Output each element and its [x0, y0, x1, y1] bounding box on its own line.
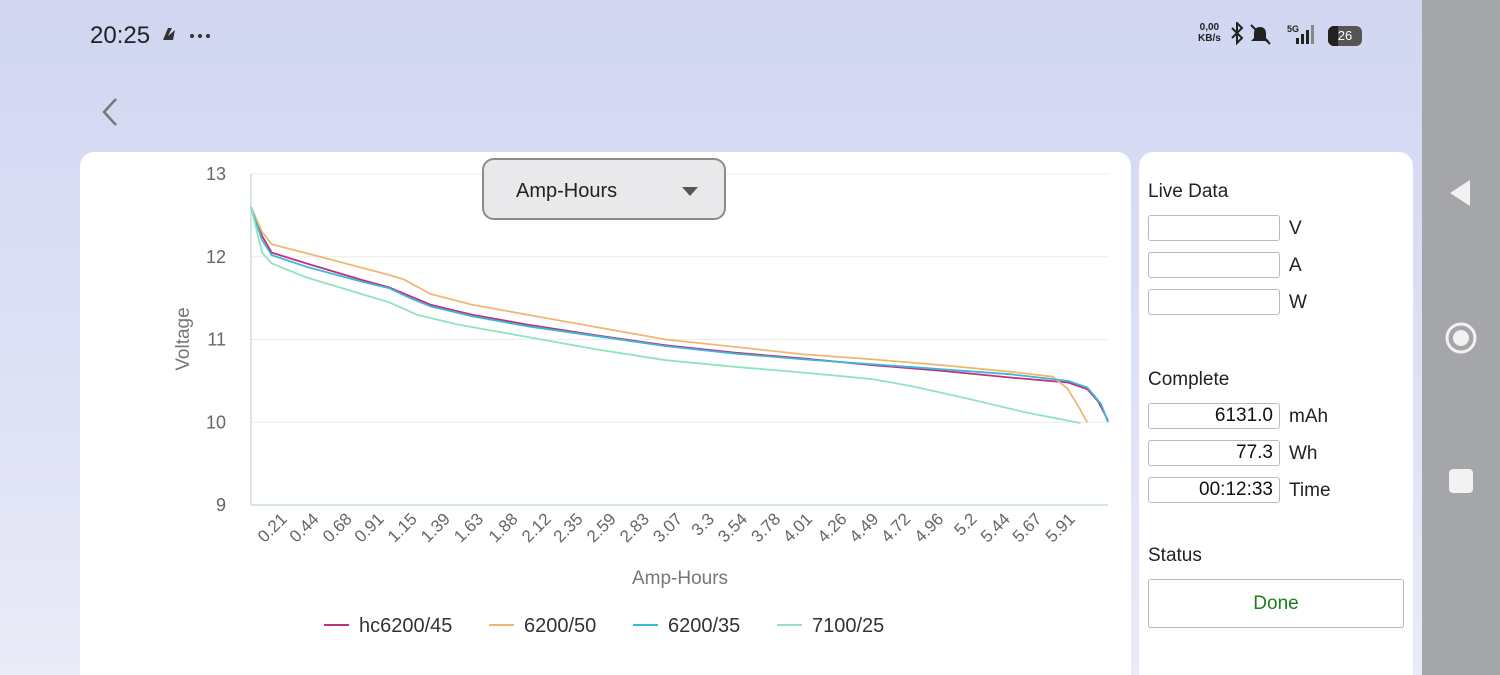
mah-unit: mAh — [1289, 406, 1329, 427]
x-tick-label: 3.78 — [747, 509, 784, 546]
status-icons: 5G — [1226, 20, 1326, 54]
series-line-2 — [250, 206, 1089, 423]
x-tick-label: 5.67 — [1009, 509, 1046, 546]
x-axis-selector-dropdown[interactable]: Amp-Hours — [482, 158, 726, 220]
caret-down-icon — [682, 187, 698, 196]
discharge-chart: 9 10 11 12 13 0.210.440.680.911.151.391.631.8… — [173, 164, 1109, 637]
svg-text:5G: 5G — [1287, 24, 1299, 34]
x-tick-label: 4.96 — [911, 509, 948, 546]
y-tick-label: 10 — [206, 412, 226, 432]
x-tick-label: 5.44 — [977, 509, 1014, 546]
x-tick-label: 4.72 — [877, 509, 914, 546]
capacity-mah-field: 6131.0 — [1148, 403, 1280, 429]
battery-indicator: 26 — [1328, 26, 1362, 46]
time-unit: Time — [1289, 480, 1331, 501]
x-tick-label: 5.2 — [950, 509, 980, 539]
status-done-button[interactable]: Done — [1148, 579, 1404, 628]
net-speed: 0,00 KB/s — [1198, 22, 1221, 44]
x-tick-label: 4.26 — [814, 509, 851, 546]
x-tick-label: 2.35 — [550, 509, 587, 546]
series-line-4 — [250, 206, 1081, 424]
x-tick-label: 4.49 — [846, 509, 883, 546]
elapsed-time-field: 00:12:33 — [1148, 477, 1280, 503]
nav-home-icon[interactable] — [1444, 321, 1478, 355]
system-nav-bar — [1422, 0, 1500, 675]
x-tick-label: 3.07 — [649, 509, 686, 546]
power-unit: W — [1289, 292, 1307, 313]
x-tick-label: 0.44 — [286, 509, 323, 546]
nav-recents-icon[interactable] — [1448, 468, 1474, 494]
bluetooth-mute-signal-icons: 5G — [1231, 20, 1314, 46]
x-tick-label: 0.68 — [319, 509, 356, 546]
dropdown-selected: Amp-Hours — [516, 180, 618, 202]
y-axis-label: Voltage — [173, 307, 194, 370]
legend-label-4: 7100/25 — [812, 615, 884, 637]
x-tick-label: 1.88 — [485, 509, 522, 546]
status-title: Status — [1148, 545, 1202, 566]
x-tick-label: 1.63 — [450, 509, 487, 546]
x-tick-label: 5.91 — [1042, 509, 1079, 546]
energy-wh-field: 77.3 — [1148, 440, 1280, 466]
legend-label-1: hc6200/45 — [359, 615, 452, 637]
x-tick-label: 0.21 — [254, 509, 291, 546]
series-line-3 — [250, 206, 1109, 423]
y-tick-label: 9 — [216, 495, 226, 515]
complete-title: Complete — [1148, 369, 1230, 390]
x-tick-label: 4.01 — [779, 509, 816, 546]
x-tick-label: 1.15 — [384, 509, 421, 546]
x-tick-label: 1.39 — [417, 509, 454, 546]
x-axis-label: Amp-Hours — [632, 568, 728, 589]
y-tick-label: 13 — [206, 164, 226, 184]
y-tick-label: 11 — [207, 330, 226, 350]
nav-back-icon[interactable] — [1446, 178, 1476, 208]
wh-unit: Wh — [1289, 443, 1318, 464]
live-data-title: Live Data — [1148, 181, 1229, 202]
legend-label-3: 6200/35 — [668, 615, 740, 637]
live-current-field — [1148, 252, 1280, 278]
x-tick-label: 2.83 — [616, 509, 653, 546]
x-tick-label: 0.91 — [351, 509, 388, 546]
legend-label-2: 6200/50 — [524, 615, 596, 637]
series-line-1 — [250, 206, 1109, 422]
x-tick-label: 2.12 — [518, 509, 555, 546]
live-voltage-field — [1148, 215, 1280, 241]
x-tick-label: 2.59 — [583, 509, 620, 546]
x-tick-label: 3.3 — [688, 509, 718, 539]
current-unit: A — [1289, 255, 1302, 276]
x-tick-label: 3.54 — [714, 509, 751, 546]
voltage-unit: V — [1289, 218, 1302, 239]
y-tick-label: 12 — [206, 247, 226, 267]
live-power-field — [1148, 289, 1280, 315]
